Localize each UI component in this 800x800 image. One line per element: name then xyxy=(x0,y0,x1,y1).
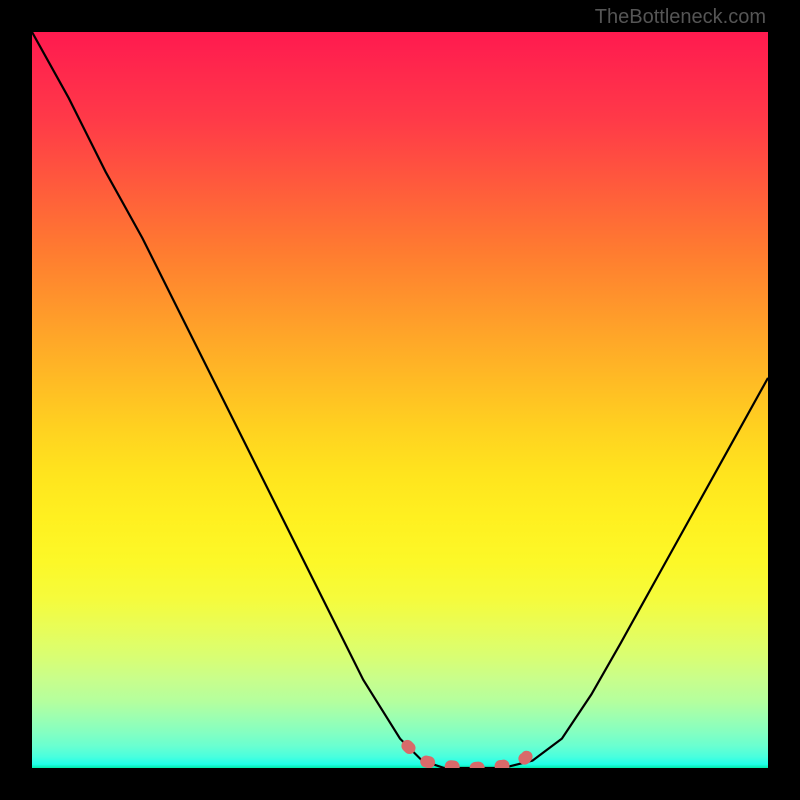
chart-container: TheBottleneck.com xyxy=(0,0,800,800)
curve-svg xyxy=(32,32,768,768)
attribution-text: TheBottleneck.com xyxy=(595,6,766,29)
plot-area xyxy=(32,32,768,768)
bottleneck-curve xyxy=(32,32,768,768)
